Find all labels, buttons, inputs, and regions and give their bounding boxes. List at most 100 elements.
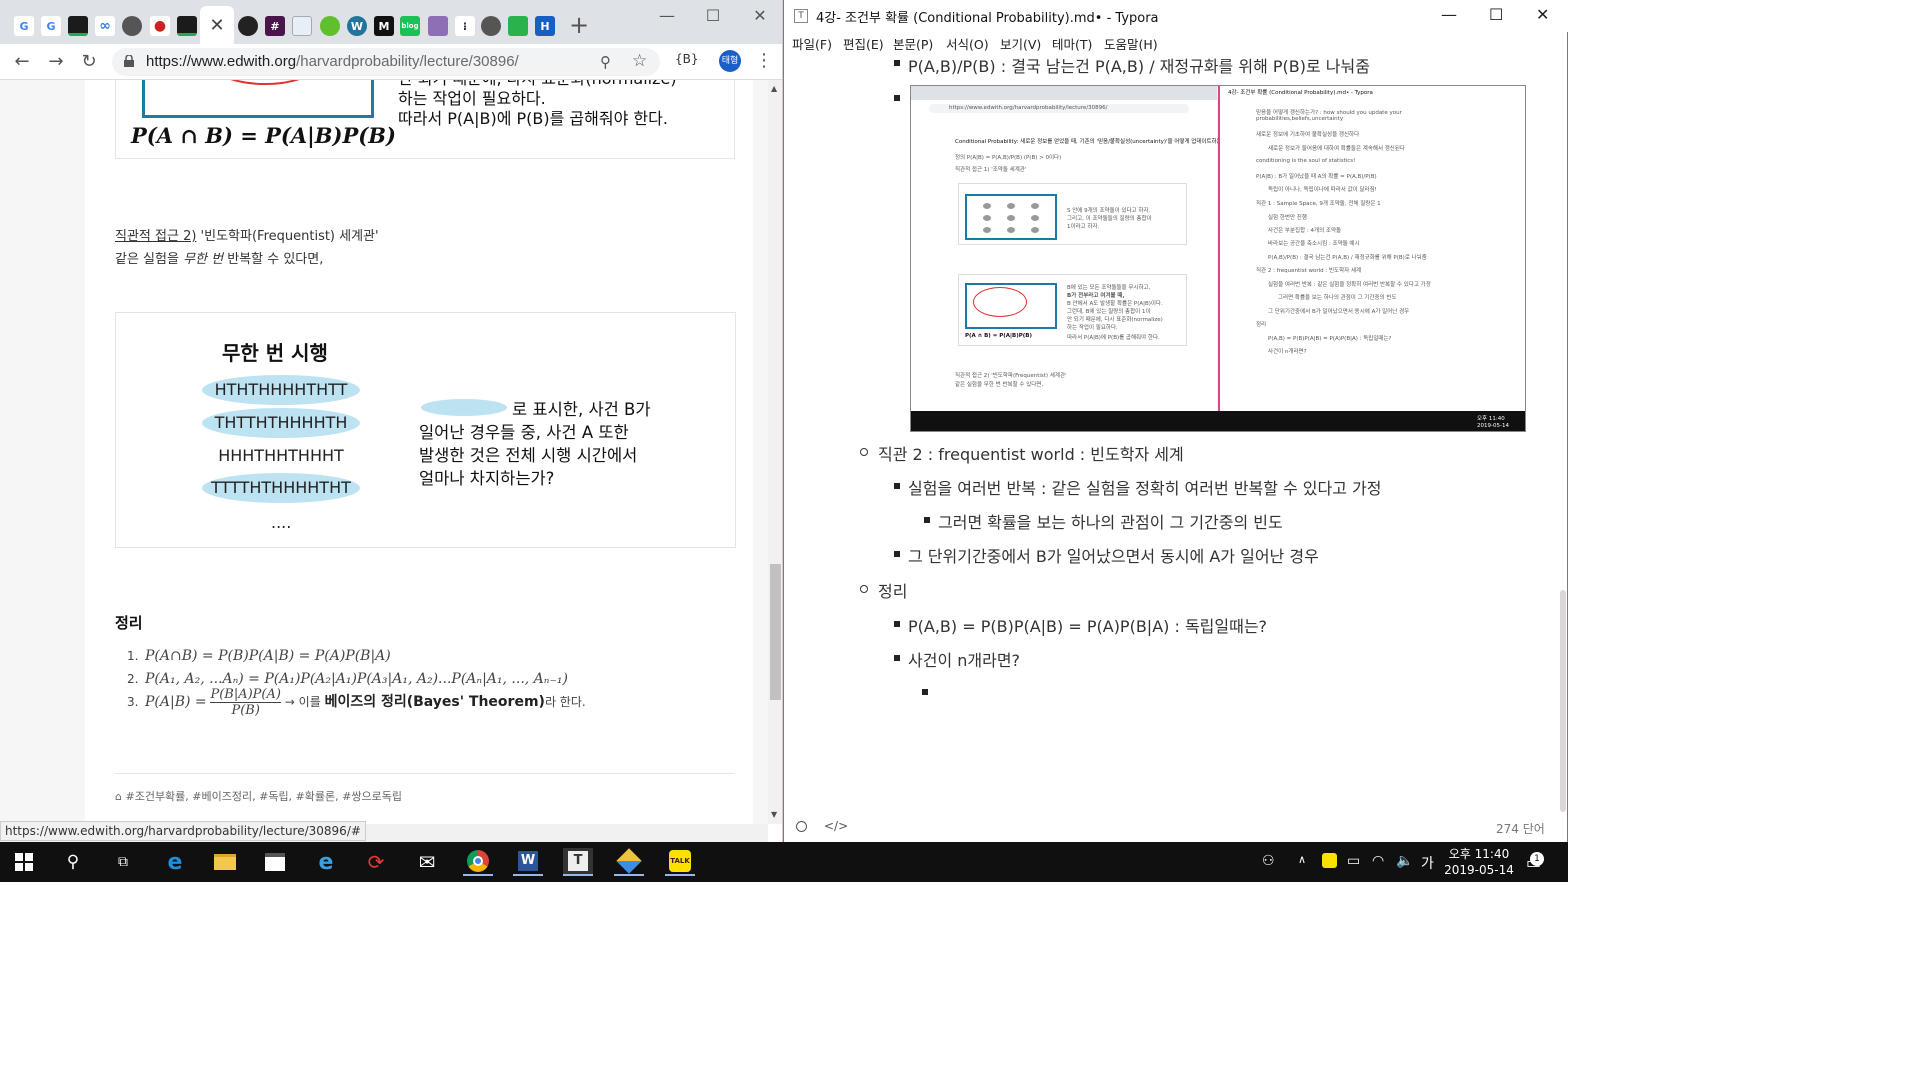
- doc-tab-icon[interactable]: [292, 16, 312, 36]
- embedded-text: 정리: [1256, 322, 1267, 328]
- smile-tab-icon[interactable]: [320, 16, 340, 36]
- kakaotalk-icon[interactable]: TALK: [665, 848, 695, 876]
- windows-start-icon[interactable]: [9, 848, 39, 876]
- editor-scrollbar-thumb[interactable]: [1560, 590, 1566, 812]
- mail-icon[interactable]: ✉: [412, 848, 442, 876]
- note-line[interactable]: 그러면 확률을 보는 하나의 관점이 그 기간중의 빈도: [938, 509, 1283, 533]
- search-icon[interactable]: ⚲: [600, 53, 611, 71]
- page-scrollbar[interactable]: ▲ ▼: [768, 80, 782, 824]
- active-tab[interactable]: ✕: [200, 6, 234, 44]
- avatar[interactable]: 태형: [719, 50, 741, 72]
- notification-count: 1: [1530, 852, 1544, 866]
- terminal-tab-icon[interactable]: [68, 16, 88, 36]
- google-tab-icon[interactable]: G: [14, 16, 34, 36]
- clock-date[interactable]: 2019-05-14: [1440, 863, 1518, 877]
- close-tab-icon[interactable]: ✕: [209, 15, 224, 36]
- embedded-url: https://www.edwith.org/harvardprobabilit…: [949, 105, 1108, 111]
- h-tab-icon[interactable]: H: [535, 16, 555, 36]
- bookmark-star-icon[interactable]: ☆: [632, 51, 647, 71]
- chrome-icon[interactable]: [463, 848, 493, 876]
- menu-view[interactable]: 보기(V): [1000, 34, 1041, 53]
- maximize-icon[interactable]: ☐: [698, 6, 728, 26]
- menu-theme[interactable]: 테마(T): [1052, 34, 1092, 53]
- menu-paragraph[interactable]: 본문(P): [893, 34, 933, 53]
- terminal-tab-icon-2[interactable]: [177, 16, 197, 36]
- edge-icon[interactable]: e: [160, 848, 190, 876]
- image-tab-icon[interactable]: [428, 16, 448, 36]
- note-line[interactable]: P(A,B)/P(B) : 결국 남는건 P(A,B) / 재정규화를 위해 P…: [908, 53, 1370, 77]
- embedded-date: 2019-05-14: [1477, 423, 1509, 429]
- volume-icon[interactable]: 🔈: [1396, 853, 1413, 869]
- sync-app-icon[interactable]: ⟳: [361, 848, 391, 876]
- typora-icon[interactable]: T: [563, 848, 593, 876]
- menu-help[interactable]: 도움말(H): [1104, 34, 1158, 53]
- word-count[interactable]: 274 단어: [1496, 820, 1545, 837]
- store-icon[interactable]: [260, 848, 290, 876]
- search-icon[interactable]: ⚲: [58, 848, 88, 876]
- google-tab-icon-2[interactable]: G: [41, 16, 61, 36]
- task-view-icon[interactable]: ⧉: [108, 848, 138, 876]
- bullet-empty[interactable]: [922, 689, 928, 695]
- extension-icon[interactable]: {B}: [675, 52, 699, 66]
- embedded-screenshot[interactable]: https://www.edwith.org/harvardprobabilit…: [910, 85, 1526, 432]
- close-window-icon[interactable]: ✕: [1536, 5, 1549, 24]
- word-icon[interactable]: W: [513, 848, 543, 876]
- outline-toggle-icon[interactable]: [796, 821, 807, 832]
- people-icon[interactable]: ⚇: [1262, 853, 1275, 869]
- blog-tab-icon[interactable]: blog: [400, 16, 420, 36]
- ime-indicator[interactable]: 가: [1421, 853, 1434, 873]
- embedded-text: 사건은 부분집합 : 4개의 조약돌: [1268, 228, 1342, 234]
- close-window-icon[interactable]: ✕: [745, 6, 775, 26]
- scroll-down-icon[interactable]: ▼: [771, 810, 777, 819]
- file-explorer-icon[interactable]: [210, 848, 240, 876]
- menu-format[interactable]: 서식(O): [946, 34, 989, 53]
- forward-icon[interactable]: →: [44, 50, 68, 74]
- ie-icon[interactable]: e: [311, 848, 341, 876]
- minimize-icon[interactable]: —: [652, 6, 682, 26]
- github-tab-icon[interactable]: [238, 16, 258, 36]
- fig2-line: 얼마나 차지하는가?: [419, 469, 555, 488]
- embedded-text: P(A|B) : B가 일어났을 때 A의 확률 = P(A,B)/P(B): [1256, 174, 1377, 180]
- globe-tab-icon-2[interactable]: [481, 16, 501, 36]
- line-tab-icon[interactable]: [508, 16, 528, 36]
- back-icon[interactable]: ←: [10, 50, 34, 74]
- theorem-item: 1. P(A∩B) = P(B)P(A|B) = P(A)P(B|A): [127, 648, 391, 664]
- address-bar[interactable]: https://www.edwith.org/harvardprobabilit…: [112, 48, 660, 76]
- editor-content[interactable]: P(A,B)/P(B) : 결국 남는건 P(A,B) / 재정규화를 위해 P…: [784, 52, 1554, 812]
- theorem-math: P(A|B) =: [145, 694, 207, 710]
- infinity-tab-icon[interactable]: ∞: [95, 16, 115, 36]
- note-line[interactable]: 사건이 n개라면?: [908, 647, 1020, 671]
- tag-list[interactable]: ⌂ #조건부확률, #베이즈정리, #독립, #확률론, #쌍으로독립: [115, 788, 402, 804]
- wifi-icon[interactable]: ◠: [1372, 853, 1384, 869]
- embedded-text: 4강- 조건부 확률 (Conditional Probability).md•…: [1228, 90, 1373, 96]
- battery-icon[interactable]: ▭: [1347, 853, 1360, 869]
- scroll-up-icon[interactable]: ▲: [771, 84, 777, 93]
- note-line[interactable]: 그 단위기간중에서 B가 일어났으면서 동시에 A가 일어난 경우: [908, 543, 1319, 567]
- show-hidden-icons[interactable]: ∧: [1298, 853, 1306, 866]
- git-icon[interactable]: [614, 848, 644, 876]
- chrome-menu-icon[interactable]: ⋮: [755, 50, 773, 71]
- section-heading-link[interactable]: 직관적 접근 2): [115, 229, 196, 244]
- menu-file[interactable]: 파일(F): [792, 34, 832, 53]
- kakao-tray-icon[interactable]: [1322, 853, 1337, 868]
- note-line[interactable]: 정리: [878, 578, 907, 602]
- source-mode-icon[interactable]: </>: [824, 819, 848, 833]
- scrollbar-thumb[interactable]: [770, 564, 781, 700]
- menu-edit[interactable]: 편집(E): [843, 34, 884, 53]
- maximize-icon[interactable]: ☐: [1489, 5, 1503, 24]
- slack-tab-icon[interactable]: #: [265, 16, 285, 36]
- wordpress-tab-icon[interactable]: W: [347, 16, 367, 36]
- note-line[interactable]: 실험을 여러번 반복 : 같은 실험을 정확히 여러번 반복할 수 있다고 가정: [908, 475, 1382, 499]
- new-tab-button[interactable]: +: [568, 12, 590, 38]
- note-line[interactable]: P(A,B) = P(B)P(A|B) = P(A)P(B|A) : 독립일때는…: [908, 613, 1267, 637]
- embedded-tabstrip: [911, 86, 1217, 100]
- minimize-icon[interactable]: —: [1441, 5, 1457, 24]
- clock-time[interactable]: 오후 11:40: [1446, 845, 1512, 862]
- medium-tab-icon[interactable]: M: [374, 16, 394, 36]
- tags-text[interactable]: #조건부확률, #베이즈정리, #독립, #확률론, #쌍으로독립: [125, 790, 401, 803]
- tree-tab-icon[interactable]: ⁝: [455, 16, 475, 36]
- globe-tab-icon[interactable]: [122, 16, 142, 36]
- mushroom-tab-icon[interactable]: ●: [150, 16, 170, 36]
- note-line[interactable]: 직관 2 : frequentist world : 빈도학자 세계: [878, 441, 1184, 465]
- reload-icon[interactable]: ↻: [77, 50, 101, 74]
